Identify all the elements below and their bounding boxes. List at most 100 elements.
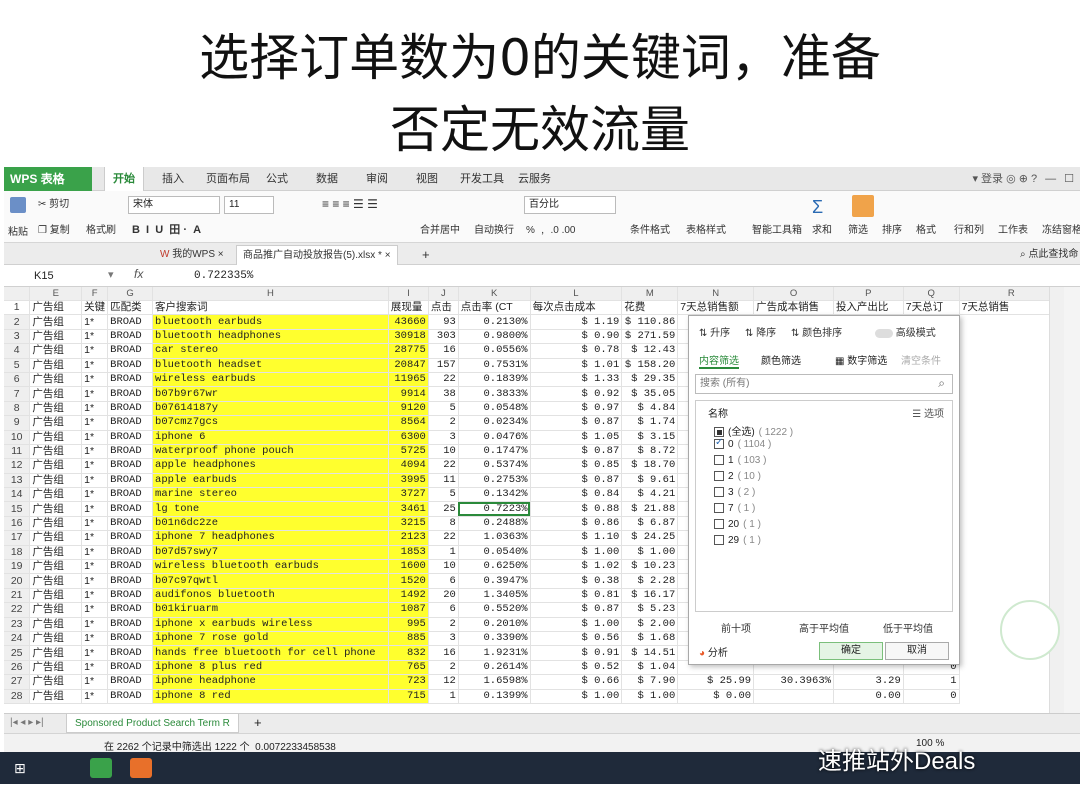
table-cell[interactable]: $ 0.97: [530, 401, 623, 417]
table-cell[interactable]: BROAD: [107, 588, 154, 604]
table-cell[interactable]: $ 0.86: [530, 516, 623, 532]
table-cell[interactable]: 1: [428, 545, 459, 561]
table-cell[interactable]: 5725: [388, 444, 429, 460]
table-cell[interactable]: 0.3833%: [458, 386, 531, 402]
cancel-button[interactable]: 取消: [885, 642, 949, 660]
number-format-select[interactable]: 百分比: [524, 196, 616, 214]
table-cell[interactable]: 43660: [388, 314, 429, 330]
table-cell[interactable]: 1*: [81, 674, 109, 690]
paste-label[interactable]: 粘贴: [8, 223, 28, 238]
table-cell[interactable]: 0.0556%: [458, 343, 531, 359]
table-cell[interactable]: 1*: [81, 588, 109, 604]
table-cell[interactable]: 6300: [388, 430, 429, 445]
column-header[interactable]: 点击率 (CT: [458, 300, 531, 316]
table-cell[interactable]: 0.1747%: [458, 444, 531, 460]
table-cell[interactable]: 0.3390%: [458, 631, 531, 647]
table-cell[interactable]: 38: [428, 386, 459, 402]
table-cell[interactable]: BROAD: [107, 501, 154, 517]
font-size-select[interactable]: 11: [224, 196, 274, 214]
top-ten-button[interactable]: 前十项: [721, 620, 751, 635]
column-letter[interactable]: R: [959, 287, 1064, 301]
table-cell[interactable]: 广告组: [29, 343, 83, 359]
table-cell[interactable]: 8564: [388, 415, 429, 431]
table-cell[interactable]: 广告组: [29, 487, 83, 503]
table-cell[interactable]: iphone headphone: [152, 674, 389, 690]
table-cell[interactable]: 1*: [81, 314, 109, 330]
table-cell[interactable]: 832: [388, 645, 429, 661]
table-cell[interactable]: 3: [428, 430, 459, 445]
table-cell[interactable]: BROAD: [107, 487, 154, 503]
table-cell[interactable]: 广告组: [29, 401, 83, 417]
checkbox-icon[interactable]: [714, 471, 724, 482]
analysis-button[interactable]: ◕ 分析: [699, 644, 728, 659]
table-cell[interactable]: 广告组: [29, 314, 83, 330]
tab-review[interactable]: 审阅: [366, 167, 388, 191]
table-cell[interactable]: BROAD: [107, 415, 154, 431]
table-cell[interactable]: $ 9.61: [621, 473, 679, 489]
table-cell[interactable]: 157: [428, 358, 459, 373]
table-cell[interactable]: 0.5520%: [458, 602, 531, 618]
tab-color-filter[interactable]: 颜色筛选: [761, 352, 801, 367]
align-buttons[interactable]: ≡ ≡ ≡ ☰ ☰: [322, 197, 378, 211]
table-cell[interactable]: 广告组: [29, 660, 83, 676]
row-number[interactable]: 11: [4, 444, 31, 460]
table-cell[interactable]: BROAD: [107, 559, 154, 575]
table-cell[interactable]: 2: [428, 617, 459, 632]
tab-home[interactable]: 开始: [104, 167, 144, 191]
table-cell[interactable]: apple headphones: [152, 458, 389, 474]
table-cell[interactable]: 5: [428, 401, 459, 417]
row-col-button[interactable]: 行和列: [954, 221, 984, 236]
new-tab-button[interactable]: +: [416, 245, 436, 265]
table-cell[interactable]: bluetooth headset: [152, 358, 389, 373]
table-cell[interactable]: 11: [428, 473, 459, 489]
column-header[interactable]: 关键: [81, 300, 109, 316]
table-cell[interactable]: 1*: [81, 530, 109, 546]
table-cell[interactable]: 0.9800%: [458, 329, 531, 345]
table-cell[interactable]: 1*: [81, 602, 109, 618]
table-cell[interactable]: BROAD: [107, 617, 154, 632]
table-cell[interactable]: 1*: [81, 501, 109, 517]
row-number[interactable]: 10: [4, 430, 31, 445]
table-cell[interactable]: wireless bluetooth earbuds: [152, 559, 389, 575]
table-cell[interactable]: $ 0.56: [530, 631, 623, 647]
table-cell[interactable]: $ 0.84: [530, 487, 623, 503]
table-cell[interactable]: 广告组: [29, 573, 83, 589]
table-cell[interactable]: $ 1.00: [621, 689, 679, 704]
row-number[interactable]: 16: [4, 516, 31, 532]
column-header[interactable]: 每次点击成本: [530, 300, 623, 316]
table-cell[interactable]: $ 1.00: [621, 545, 679, 561]
font-style-buttons[interactable]: B I U 田 · A: [132, 221, 201, 237]
column-letter[interactable]: I: [388, 287, 429, 301]
filter-option[interactable]: 0( 1104 ): [714, 437, 771, 450]
table-cell[interactable]: audifonos bluetooth: [152, 588, 389, 604]
close-icon[interactable]: ×: [385, 250, 391, 261]
table-cell[interactable]: BROAD: [107, 516, 154, 532]
table-cell[interactable]: $ 3.15: [621, 430, 679, 445]
table-cell[interactable]: b01kiruarm: [152, 602, 389, 618]
table-cell[interactable]: 16: [428, 343, 459, 359]
paste-button[interactable]: [10, 197, 28, 213]
table-cell[interactable]: 1*: [81, 473, 109, 489]
table-cell[interactable]: 30918: [388, 329, 429, 345]
filter-value-list[interactable]: 名称 ☰ 选项 (全选)( 1222 )0( 1104 )1( 103 )2( …: [695, 400, 953, 612]
table-cell[interactable]: BROAD: [107, 473, 154, 489]
maximize-icon[interactable]: ☐: [1064, 173, 1074, 185]
row-number[interactable]: 13: [4, 473, 31, 489]
filter-search-input[interactable]: 搜索 (所有): [695, 374, 953, 394]
table-cell[interactable]: $ 110.86: [621, 314, 679, 330]
checkbox-icon[interactable]: [714, 455, 724, 466]
table-cell[interactable]: 1.6598%: [458, 674, 531, 690]
table-cell[interactable]: $ 1.05: [530, 430, 623, 445]
row-number[interactable]: 7: [4, 386, 31, 402]
table-cell[interactable]: 9914: [388, 386, 429, 402]
table-cell[interactable]: bluetooth headphones: [152, 329, 389, 345]
cut-button[interactable]: ✂ 剪切: [38, 195, 69, 210]
table-cell[interactable]: 0.1399%: [458, 689, 531, 704]
sum-icon[interactable]: Σ: [812, 197, 823, 218]
table-cell[interactable]: 303: [428, 329, 459, 345]
column-header[interactable]: 广告成本销售: [753, 300, 834, 316]
column-letter[interactable]: K: [458, 287, 531, 301]
table-cell[interactable]: 广告组: [29, 415, 83, 431]
table-cell[interactable]: 20: [428, 588, 459, 604]
copy-button[interactable]: ❐ 复制: [38, 221, 70, 236]
